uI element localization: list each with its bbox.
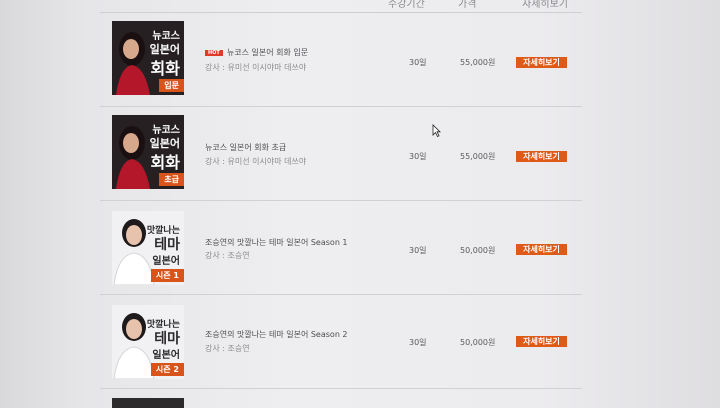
table-row: 맛깔나는 테마 일본어 시즌 2 조승연의 맛깔나는 테마 일본어 Season… <box>100 295 582 389</box>
thumb-line-3: 회화 <box>150 153 180 172</box>
detail-button[interactable]: 자세히보기 <box>516 244 567 255</box>
detail-button[interactable]: 자세히보기 <box>516 151 567 162</box>
thumb-line-2: 테마 <box>154 237 180 253</box>
course-title-text: 뉴코스 일본어 회화 입문 <box>226 48 309 57</box>
hot-badge: HOT <box>205 50 223 56</box>
course-title[interactable]: HOT 뉴코스 일본어 회화 입문 <box>205 47 308 58</box>
course-thumbnail[interactable]: 맛깔나는 테마 일본어 시즌 2 <box>112 305 184 379</box>
season-badge: 시즌 1 <box>150 269 184 282</box>
header-period: 수강기간 <box>388 0 425 10</box>
course-price: 55,000원 <box>460 152 496 161</box>
table-row: 뉴코스 일본어 회화 초급 뉴코스 일본어 회화 초급 강사 : 유미선 이시야… <box>100 107 582 201</box>
header-detail: 자세히보기 <box>522 0 568 10</box>
thumb-line-2: 테마 <box>154 331 180 347</box>
course-thumbnail[interactable]: 뉴코스 일본어 회화 입문 <box>112 21 184 95</box>
season-badge: 시즌 2 <box>150 363 184 376</box>
course-price: 55,000원 <box>460 58 496 67</box>
course-period: 30일 <box>409 246 427 255</box>
course-thumbnail[interactable]: 맛깔나는 테마 일본어 시즌 1 <box>112 211 184 285</box>
thumb-line-3: 일본어 <box>152 350 180 361</box>
course-teacher: 강사 : 유미선 이시야마 데쓰야 <box>205 157 307 166</box>
course-price: 50,000원 <box>460 246 496 255</box>
header-price: 가격 <box>458 0 477 10</box>
course-thumbnail[interactable]: 뉴코스 일본어 회화 초급 <box>112 115 184 189</box>
course-title[interactable]: 조승연의 맛깔나는 테마 일본어 Season 1 <box>205 237 348 248</box>
course-title[interactable]: 조승연의 맛깔나는 테마 일본어 Season 2 <box>205 329 348 340</box>
level-badge: 초급 <box>159 173 184 186</box>
thumb-line-3: 회화 <box>150 59 180 78</box>
mouse-cursor-icon <box>432 124 441 137</box>
course-period: 30일 <box>409 338 427 347</box>
level-badge: 입문 <box>159 79 184 92</box>
course-teacher: 강사 : 조승연 <box>205 251 250 260</box>
course-teacher: 강사 : 유미선 이시야마 데쓰야 <box>205 63 307 72</box>
course-thumbnail-partial[interactable] <box>112 398 184 408</box>
course-price: 50,000원 <box>460 338 496 347</box>
table-row: 맛깔나는 테마 일본어 시즌 1 조승연의 맛깔나는 테마 일본어 Season… <box>100 201 582 295</box>
thumb-line-1: 뉴코스 <box>152 125 180 136</box>
thumb-line-3: 일본어 <box>152 256 180 267</box>
table-row: 뉴코스 일본어 회화 입문 HOT 뉴코스 일본어 회화 입문 강사 : 유미선 … <box>100 13 582 107</box>
course-period: 30일 <box>409 58 427 67</box>
detail-button[interactable]: 자세히보기 <box>516 57 567 68</box>
course-teacher: 강사 : 조승연 <box>205 344 250 353</box>
course-list: 수강기간 가격 자세히보기 뉴코스 일본어 회화 입문 HOT 뉴코스 일본어 회… <box>100 0 582 408</box>
course-period: 30일 <box>409 152 427 161</box>
detail-button[interactable]: 자세히보기 <box>516 336 567 347</box>
thumb-line-1: 뉴코스 <box>152 31 180 42</box>
course-title[interactable]: 뉴코스 일본어 회화 초급 <box>205 142 286 153</box>
